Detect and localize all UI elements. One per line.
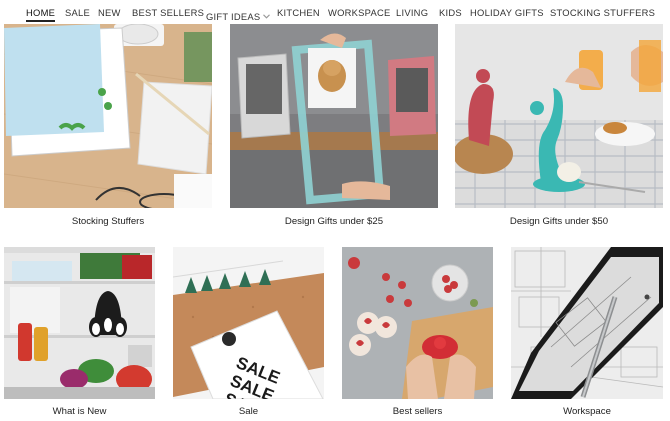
tile-image-sale: SALE SALE SALE xyxy=(173,247,324,399)
nav-gift-ideas[interactable]: GIFT IDEAS xyxy=(206,7,271,25)
tile-image-design-gifts-under-50 xyxy=(455,24,663,208)
nav-stocking-stuffers[interactable]: STOCKING STUFFERS xyxy=(550,7,655,18)
tile-best-sellers[interactable]: Best sellers xyxy=(342,247,493,421)
tile-what-is-new[interactable]: What is New xyxy=(4,247,155,421)
tile-stocking-stuffers[interactable]: Stocking Stuffers xyxy=(4,24,212,232)
tile-image-stocking-stuffers xyxy=(4,24,212,208)
tile-design-gifts-under-50[interactable]: Design Gifts under $50 xyxy=(455,24,663,232)
tile-design-gifts-under-25[interactable]: Design Gifts under $25 xyxy=(230,24,438,232)
nav-holiday-gifts[interactable]: HOLIDAY GIFTS xyxy=(470,7,544,18)
nav-best-sellers[interactable]: BEST SELLERS xyxy=(132,7,204,18)
tile-caption: What is New xyxy=(52,406,107,417)
nav-workspace[interactable]: WORKSPACE xyxy=(328,7,391,18)
chevron-down-icon xyxy=(263,14,271,19)
tile-sale[interactable]: SALE SALE SALE Sale xyxy=(173,247,324,421)
nav-new[interactable]: NEW xyxy=(98,7,121,18)
tile-image-best-sellers xyxy=(342,247,493,399)
tile-caption: Design Gifts under $25 xyxy=(284,216,384,227)
nav-home[interactable]: HOME xyxy=(26,7,55,18)
tile-image-workspace xyxy=(511,247,663,399)
tile-caption: Best sellers xyxy=(392,406,443,417)
tile-workspace[interactable]: Workspace xyxy=(511,247,663,421)
nav-kids[interactable]: KIDS xyxy=(439,7,462,18)
active-nav-indicator xyxy=(26,20,55,22)
nav-living[interactable]: LIVING xyxy=(396,7,428,18)
tile-image-design-gifts-under-25 xyxy=(230,24,438,208)
nav-sale[interactable]: SALE xyxy=(65,7,90,18)
tile-caption: Design Gifts under $50 xyxy=(509,216,609,227)
tile-caption: Stocking Stuffers xyxy=(71,216,145,227)
tile-caption: Sale xyxy=(238,406,259,417)
tile-image-what-is-new xyxy=(4,247,155,399)
main-nav: HOME SALE NEW BEST SELLERS GIFT IDEAS KI… xyxy=(0,0,670,24)
tile-caption: Workspace xyxy=(563,406,611,417)
nav-kitchen[interactable]: KITCHEN xyxy=(277,7,320,18)
nav-gift-ideas-label: GIFT IDEAS xyxy=(206,11,261,22)
